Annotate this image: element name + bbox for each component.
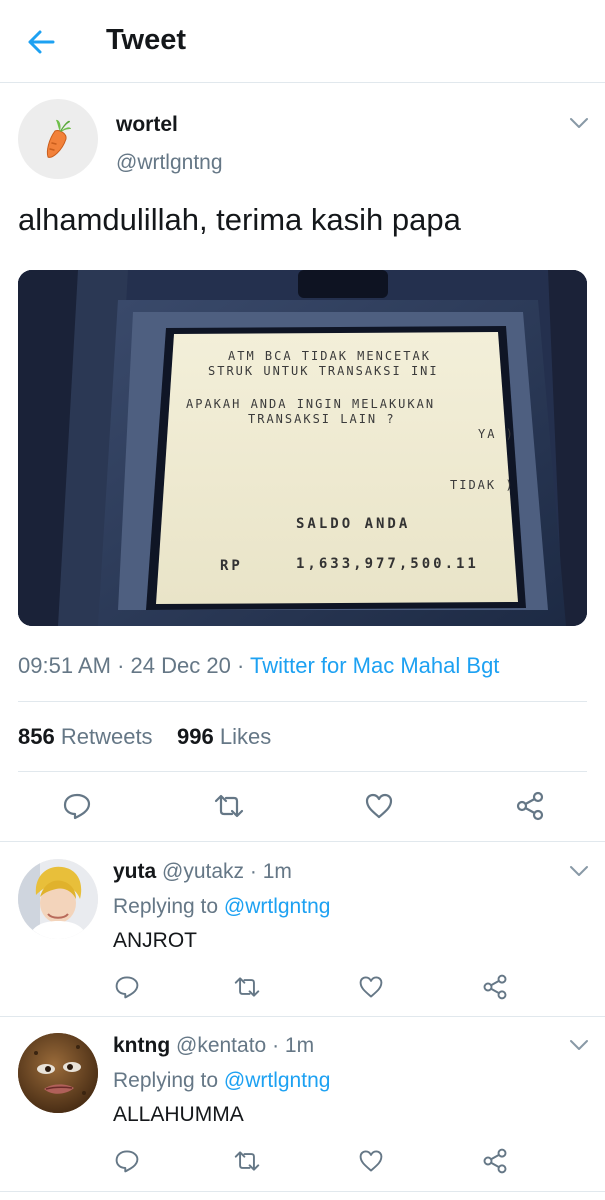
atm-rp: RP bbox=[220, 558, 243, 574]
reply-tweet[interactable]: kntng @kentato · 1m Replying to @wrtlgnt… bbox=[0, 1017, 605, 1191]
meta-separator: · bbox=[236, 653, 250, 678]
reply-icon[interactable] bbox=[114, 974, 140, 1000]
reply-time: 1m bbox=[262, 860, 292, 883]
reply-author-name[interactable]: yuta bbox=[113, 860, 156, 883]
reply-author-handle[interactable]: @kentato bbox=[176, 1034, 266, 1057]
tweet-source-link[interactable]: Twitter for Mac Mahal Bgt bbox=[250, 653, 499, 678]
retweets-stat[interactable]: 856 Retweets bbox=[18, 724, 153, 749]
replying-label: Replying to bbox=[113, 895, 219, 918]
back-arrow-icon[interactable] bbox=[26, 28, 56, 56]
meta-separator: · bbox=[117, 653, 131, 678]
atm-line4: TRANSAKSI LAIN ? bbox=[248, 412, 396, 426]
atm-screen-photo: ATM BCA TIDAK MENCETAK STRUK UNTUK TRANS… bbox=[18, 270, 587, 626]
replying-label: Replying to bbox=[113, 1069, 219, 1092]
reply-time: 1m bbox=[284, 1034, 315, 1057]
likes-stat[interactable]: 996 Likes bbox=[177, 724, 271, 749]
share-icon[interactable] bbox=[514, 790, 546, 822]
avatar-photo bbox=[18, 1033, 98, 1113]
likes-count: 996 bbox=[177, 724, 214, 749]
share-icon[interactable] bbox=[481, 1147, 509, 1175]
likes-label: Likes bbox=[219, 724, 272, 749]
retweet-icon[interactable] bbox=[233, 1148, 261, 1174]
like-heart-icon[interactable] bbox=[364, 791, 394, 821]
reply-tweet[interactable]: yuta @yutakz · 1m Replying to @wrtlgntng… bbox=[0, 842, 605, 1016]
divider bbox=[18, 701, 587, 702]
divider bbox=[0, 1191, 605, 1192]
page-title: Tweet bbox=[106, 24, 187, 56]
chevron-down-icon[interactable] bbox=[569, 1039, 589, 1051]
retweets-count: 856 bbox=[18, 724, 55, 749]
tweet-text: alhamdulillah, terima kasih papa bbox=[18, 202, 461, 237]
atm-saldo: SALDO ANDA bbox=[296, 516, 410, 532]
reply-text: ALLAHUMMA bbox=[113, 1103, 244, 1126]
tweet-date: 24 Dec 20 bbox=[130, 653, 231, 678]
replying-to-handle[interactable]: @wrtlgntng bbox=[224, 1069, 331, 1092]
top-bar: Tweet bbox=[0, 0, 605, 83]
reply-icon[interactable] bbox=[114, 1148, 140, 1174]
reply-header: yuta @yutakz · 1m bbox=[113, 860, 292, 884]
retweets-label: Retweets bbox=[60, 724, 153, 749]
replying-to-handle[interactable]: @wrtlgntng bbox=[224, 895, 331, 918]
share-icon[interactable] bbox=[481, 973, 509, 1001]
like-heart-icon[interactable] bbox=[358, 974, 384, 1000]
atm-amount: 1,633,977,500.11 bbox=[296, 556, 479, 572]
retweet-icon[interactable] bbox=[213, 791, 245, 821]
reply-header: kntng @kentato · 1m bbox=[113, 1034, 314, 1058]
author-avatar[interactable] bbox=[18, 99, 98, 179]
reply-text: ANJROT bbox=[113, 929, 197, 952]
tweet-time: 09:51 AM bbox=[18, 653, 111, 678]
tweet-media-photo[interactable]: ATM BCA TIDAK MENCETAK STRUK UNTUK TRANS… bbox=[18, 270, 587, 626]
replying-to: Replying to @wrtlgntng bbox=[113, 1069, 330, 1093]
tweet-stats: 856 Retweets 996 Likes bbox=[18, 724, 271, 750]
tweet-meta: 09:51 AM · 24 Dec 20 · Twitter for Mac M… bbox=[18, 653, 499, 679]
reply-avatar[interactable] bbox=[18, 1033, 98, 1113]
atm-line2: STRUK UNTUK TRANSAKSI INI bbox=[208, 364, 439, 378]
atm-line3: APAKAH ANDA INGIN MELAKUKAN bbox=[186, 397, 435, 411]
chevron-down-icon[interactable] bbox=[569, 117, 589, 129]
atm-ya: YA ) bbox=[478, 427, 515, 441]
avatar-photo bbox=[18, 859, 98, 939]
meta-separator: · bbox=[272, 1034, 285, 1057]
reply-icon[interactable] bbox=[62, 791, 92, 821]
meta-separator: · bbox=[249, 860, 263, 883]
reply-avatar[interactable] bbox=[18, 859, 98, 939]
divider bbox=[18, 771, 587, 772]
reply-author-name[interactable]: kntng bbox=[113, 1034, 170, 1057]
author-name[interactable]: wortel bbox=[116, 113, 178, 137]
atm-tidak: TIDAK ) bbox=[450, 478, 515, 492]
replying-to: Replying to @wrtlgntng bbox=[113, 895, 330, 919]
like-heart-icon[interactable] bbox=[358, 1148, 384, 1174]
author-handle[interactable]: @wrtlgntng bbox=[116, 151, 223, 175]
reply-author-handle[interactable]: @yutakz bbox=[162, 860, 244, 883]
retweet-icon[interactable] bbox=[233, 974, 261, 1000]
carrot-icon bbox=[46, 119, 71, 158]
atm-line1: ATM BCA TIDAK MENCETAK bbox=[228, 349, 431, 363]
chevron-down-icon[interactable] bbox=[569, 865, 589, 877]
